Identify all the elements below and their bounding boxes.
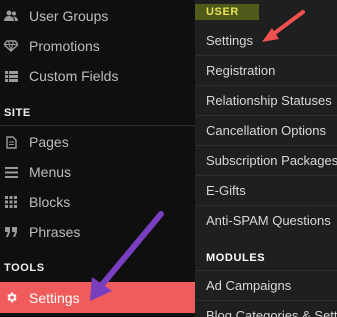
settings-dropdown: USER Settings Registration Relationship … bbox=[195, 0, 337, 317]
sidebar-item-label: Blocks bbox=[29, 194, 71, 210]
grid-icon bbox=[4, 195, 18, 209]
quote-icon bbox=[4, 225, 18, 239]
menu-icon bbox=[4, 165, 18, 179]
file-icon bbox=[4, 135, 18, 149]
dropdown-header-label: USER bbox=[195, 4, 259, 20]
list-icon bbox=[4, 69, 18, 83]
sidebar-item-promotions[interactable]: Promotions bbox=[0, 31, 195, 61]
sidebar-item-label: Custom Fields bbox=[29, 68, 119, 84]
sidebar-item-phrases[interactable]: Phrases bbox=[0, 217, 195, 247]
dropdown-item-subscription-packages[interactable]: Subscription Packages bbox=[195, 145, 337, 175]
sidebar-item-custom-fields[interactable]: Custom Fields bbox=[0, 61, 195, 91]
dropdown-item-anti-spam-questions[interactable]: Anti-SPAM Questions bbox=[195, 205, 337, 235]
sidebar-item-pages[interactable]: Pages bbox=[0, 127, 195, 157]
sidebar-item-label: Menus bbox=[29, 164, 72, 180]
sidebar-item-label: Phrases bbox=[29, 224, 81, 240]
sidebar-item-settings[interactable]: Settings bbox=[0, 282, 195, 313]
section-header-tools: TOOLS bbox=[4, 262, 45, 274]
users-icon bbox=[4, 9, 18, 23]
section-header-site: SITE bbox=[4, 107, 31, 119]
dropdown-item-settings[interactable]: Settings bbox=[195, 25, 337, 55]
sidebar-item-user-groups[interactable]: User Groups bbox=[0, 1, 195, 31]
dropdown-item-e-gifts[interactable]: E-Gifts bbox=[195, 175, 337, 205]
dropdown-item-registration[interactable]: Registration bbox=[195, 55, 337, 85]
sidebar-item-label: Settings bbox=[29, 289, 80, 306]
dropdown-item-blog-categories[interactable]: Blog Categories & Settings bbox=[195, 300, 337, 317]
dropdown-header-user: USER bbox=[195, 0, 337, 24]
gear-icon bbox=[4, 291, 18, 305]
divider bbox=[0, 125, 195, 126]
dropdown-item-ad-campaigns[interactable]: Ad Campaigns bbox=[195, 270, 337, 300]
sidebar-item-blocks[interactable]: Blocks bbox=[0, 187, 195, 217]
sidebar-item-label: Pages bbox=[29, 134, 69, 150]
dropdown-item-relationship-statuses[interactable]: Relationship Statuses bbox=[195, 85, 337, 115]
sidebar-item-menus[interactable]: Menus bbox=[0, 157, 195, 187]
admin-sidebar: User Groups Promotions Custom Fields SIT… bbox=[0, 0, 195, 317]
dropdown-header-modules: MODULES bbox=[195, 246, 337, 270]
sidebar-item-label: Promotions bbox=[29, 38, 100, 54]
sidebar-item-label: User Groups bbox=[29, 8, 109, 24]
dropdown-item-cancellation-options[interactable]: Cancellation Options bbox=[195, 115, 337, 145]
diamond-icon bbox=[4, 39, 18, 53]
dropdown-header-label: MODULES bbox=[206, 252, 266, 264]
